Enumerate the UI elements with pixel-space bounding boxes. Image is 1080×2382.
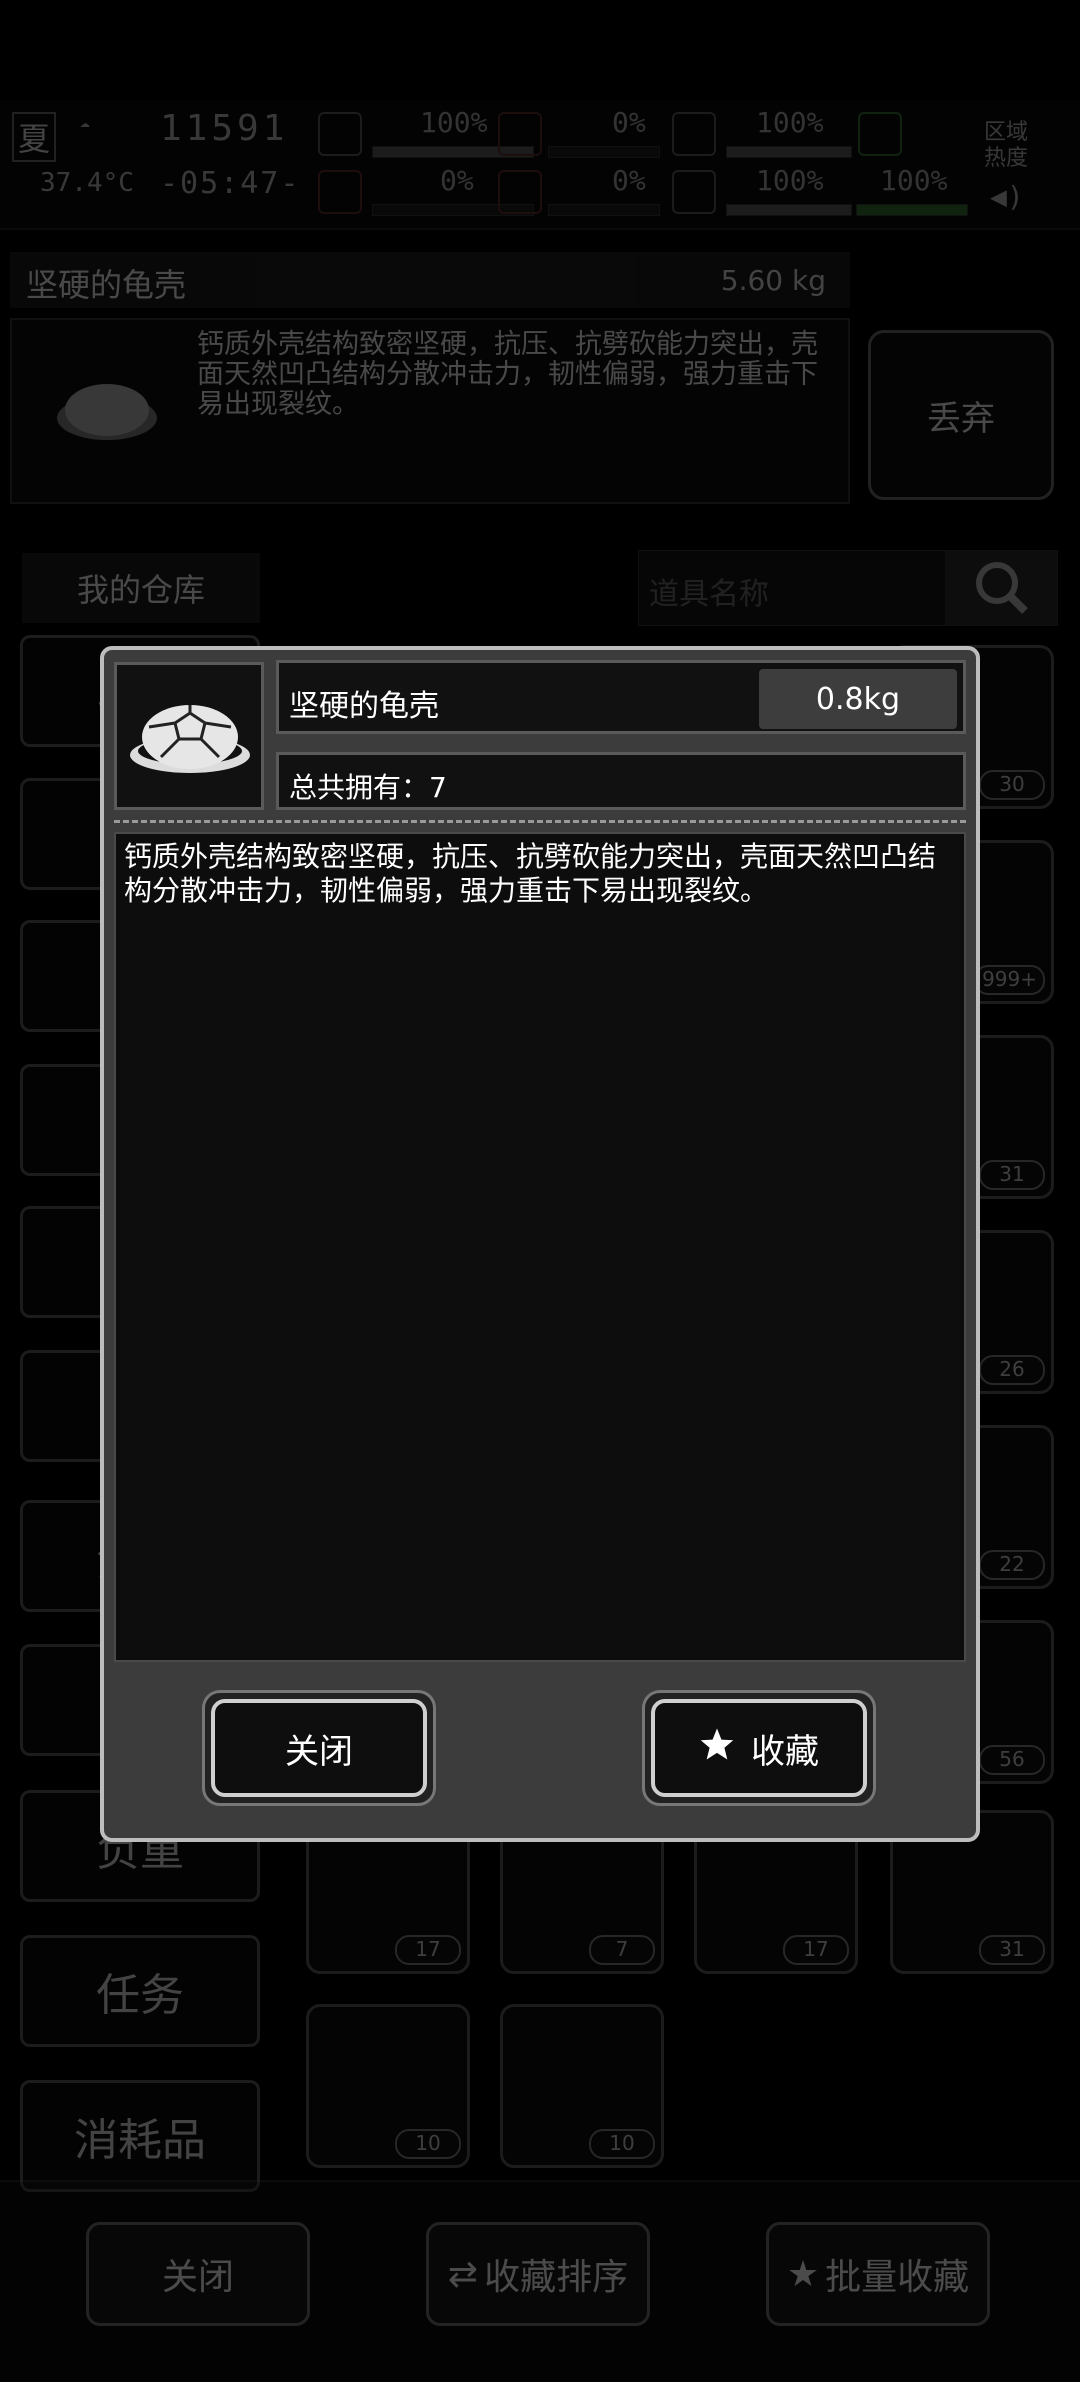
- container-value: 100%: [756, 106, 824, 139]
- turtle-shell-icon: [125, 693, 255, 783]
- batch-favorite-label: 批量收藏: [825, 2257, 970, 2298]
- clock-display: -05:47-: [160, 166, 301, 201]
- slot-count: 31: [979, 1935, 1045, 1965]
- favorite-button-label: 收藏: [751, 1731, 819, 1772]
- item-name-row: 坚硬的龟壳 0.8kg: [276, 660, 966, 734]
- season-label: 夏: [12, 112, 57, 162]
- health-kit-value: 100%: [420, 106, 488, 139]
- item-icon-frame: [114, 662, 264, 810]
- selected-item-weight: 5.60 kg: [720, 264, 826, 297]
- cloud-rain-icon: ☁: [80, 112, 90, 131]
- slot-count: 26: [979, 1355, 1045, 1385]
- slot-count: 30: [979, 770, 1045, 800]
- slot-count: 10: [395, 2129, 461, 2159]
- sound-icon[interactable]: ◀): [990, 180, 1024, 213]
- status-hud: 夏 ☁ 37.4°C 11591 -05:47- 100% 0% 0% 0% 1…: [0, 100, 1080, 230]
- favorite-button-frame: 收藏: [642, 1690, 876, 1806]
- zone-heat-label: 区域热度: [984, 120, 1029, 171]
- hunger-bar: [548, 146, 660, 158]
- thirst-value: 0%: [612, 164, 646, 197]
- batch-favorite-button[interactable]: ★ 批量收藏: [766, 2222, 990, 2326]
- slot-count: 31: [979, 1160, 1045, 1190]
- inventory-slot[interactable]: 10: [500, 2004, 664, 2168]
- favorite-button[interactable]: 收藏: [651, 1699, 867, 1797]
- slot-count: 17: [395, 1935, 461, 1965]
- search-placeholder: 道具名称: [649, 577, 769, 612]
- heart-icon: [672, 170, 716, 214]
- day-counter: 11591: [160, 108, 289, 149]
- item-weight-badge: 0.8kg: [759, 669, 957, 729]
- mood-bar: [726, 204, 852, 216]
- selected-item-header: 坚硬的龟壳 5.60 kg: [10, 252, 850, 308]
- swap-arrows-icon: ⇄: [447, 2253, 479, 2295]
- hunger-icon: [498, 112, 542, 156]
- star-icon: [699, 1727, 735, 1770]
- selected-item-detail: 钙质外壳结构致密坚硬，抗压、抗劈砍能力突出，壳面天然凹凸结构分散冲击力，韧性偏弱…: [10, 318, 850, 504]
- category-consumables[interactable]: 消耗品: [20, 2080, 260, 2192]
- close-button-frame: 关闭: [202, 1690, 436, 1806]
- search-icon[interactable]: [945, 551, 1057, 625]
- discard-button[interactable]: 丢弃: [868, 330, 1054, 500]
- dashed-divider: [114, 820, 966, 823]
- medkit-icon: [318, 112, 362, 156]
- exhaustion-icon: [318, 170, 362, 214]
- selected-item-description: 钙质外壳结构致密坚硬，抗压、抗劈砍能力突出，壳面天然凹凸结构分散冲击力，韧性偏弱…: [197, 329, 818, 420]
- exhaustion-value: 0%: [440, 164, 474, 197]
- thirst-bar: [548, 204, 660, 216]
- slot-count: 10: [589, 2129, 655, 2159]
- slot-count: 17: [783, 1935, 849, 1965]
- flask-icon: [858, 112, 902, 156]
- item-description: 钙质外壳结构致密坚硬，抗压、抗劈砍能力突出，壳面天然凹凸结构分散冲击力，韧性偏弱…: [114, 832, 966, 1662]
- selected-item-name: 坚硬的龟壳: [26, 266, 187, 304]
- sort-favorites-button[interactable]: ⇄ 收藏排序: [426, 2222, 650, 2326]
- sort-favorites-label: 收藏排序: [484, 2257, 629, 2298]
- item-name: 坚硬的龟壳: [289, 689, 439, 724]
- container-bar: [726, 146, 852, 158]
- item-search[interactable]: 道具名称: [638, 550, 1058, 626]
- energy-bar: [856, 204, 968, 216]
- hunger-value: 0%: [612, 106, 646, 139]
- slot-count: 999+: [974, 965, 1045, 995]
- bottom-close-label: 关闭: [161, 2257, 234, 2298]
- close-button[interactable]: 关闭: [211, 1699, 427, 1797]
- temperature-value: 37.4°C: [40, 168, 134, 198]
- slot-count: 56: [979, 1745, 1045, 1775]
- bottom-close-button[interactable]: 关闭: [86, 2222, 310, 2326]
- thirst-icon: [498, 170, 542, 214]
- category-quests[interactable]: 任务: [20, 1935, 260, 2047]
- inventory-slot[interactable]: 10: [306, 2004, 470, 2168]
- close-button-label: 关闭: [285, 1731, 353, 1772]
- turtle-shell-icon: [52, 370, 162, 450]
- container-icon: [672, 112, 716, 156]
- tab-my-warehouse[interactable]: 我的仓库: [22, 553, 260, 623]
- owned-count-row: 总共拥有：7: [276, 752, 966, 810]
- star-icon: ★: [786, 2253, 820, 2295]
- mood-value: 100%: [756, 164, 824, 197]
- slot-count: 7: [589, 1935, 655, 1965]
- energy-value: 100%: [880, 164, 948, 197]
- slot-count: 22: [979, 1550, 1045, 1580]
- owned-count: 总共拥有：7: [289, 771, 447, 804]
